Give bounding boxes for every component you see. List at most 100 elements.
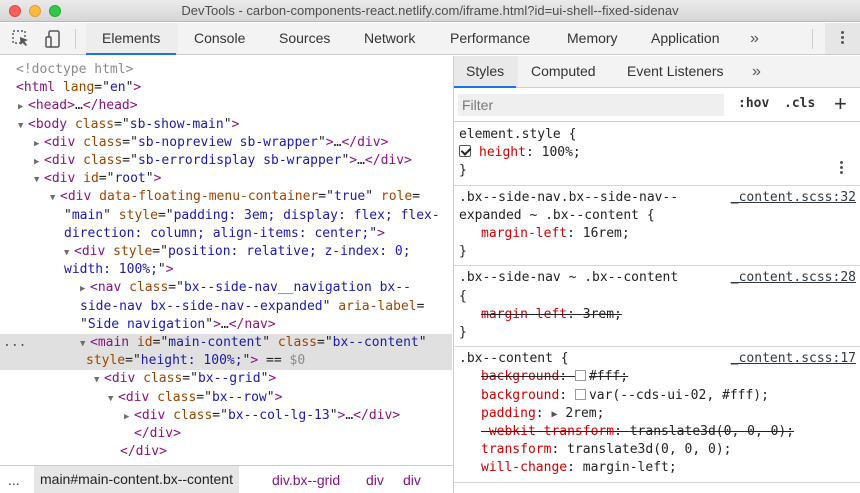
dom-tree-line[interactable]: ▶ <div class="sb-errordisplay sb-wrapper"… [0,152,452,170]
expand-shorthand-icon[interactable]: ▶ [551,409,557,420]
collapse-node-icon[interactable]: ▼ [80,335,90,353]
dom-tree-line[interactable]: ▶ <nav class="bx--side-nav__navigation bx… [0,279,452,297]
collapse-node-icon[interactable]: ▼ [34,171,44,189]
dom-tree-line[interactable]: </div> [0,443,452,461]
collapse-node-icon[interactable]: ▼ [50,189,60,207]
dom-tree-line[interactable]: style="height: 100%;"> == $0 [0,352,452,371]
css-declaration[interactable]: -webkit-transform: translate3d(0, 0, 0); [454,423,860,441]
expand-node-icon[interactable]: ▶ [124,408,134,426]
dom-tree-line[interactable]: ▼ <div id="root"> [0,170,452,188]
tab-console[interactable]: Console [192,23,247,54]
dom-tree-line[interactable]: ▼ <div class="bx--grid"> [0,370,452,388]
tab-elements[interactable]: Elements [85,23,177,55]
property-name[interactable]: will-change [481,460,567,475]
breadcrumb-item-main[interactable]: main#main-content.bx--content [34,466,239,493]
property-value[interactable]: 100%; [542,145,581,160]
property-name[interactable]: background [481,369,559,384]
tab-sources[interactable]: Sources [277,23,332,54]
css-declaration[interactable]: will-change: margin-left; [454,459,860,477]
rule-source-link[interactable]: _content.scss:32 [731,189,856,207]
selected-node-menu-icon[interactable]: ... [3,334,26,352]
style-rule[interactable]: .bx--content {_content.scss:17 background… [454,347,860,483]
property-name[interactable]: margin-left [481,307,567,322]
collapse-node-icon[interactable]: ▼ [108,390,118,408]
tab-application[interactable]: Application [649,23,722,54]
property-name[interactable]: -webkit-transform [481,424,614,439]
dom-tree-line[interactable]: direction: column; align-items: center;"… [0,225,452,243]
property-value[interactable]: 2rem; [565,406,604,421]
more-tabs-button[interactable]: » [750,23,759,54]
tab-memory[interactable]: Memory [565,23,620,54]
expand-node-icon[interactable]: ▶ [34,135,44,153]
style-rule[interactable]: .bx--side-nav.bx--side-nav-- _content.scs… [454,186,860,267]
dom-tree-line[interactable]: ▼ <div data-floating-menu-container="true… [0,188,452,206]
style-rule[interactable]: .bx--side-nav ~ .bx--content _content.scs… [454,266,860,348]
dom-tree-line[interactable]: ▼ <main id="main-content" class="bx--cont… [0,334,452,353]
expand-node-icon[interactable]: ▶ [34,153,44,171]
tab-computed[interactable]: Computed [531,56,596,87]
dom-tree-line[interactable]: ▶ <head>…</head> [0,97,452,115]
style-rule[interactable]: element.style {height: 100%;} [454,123,860,186]
dom-tree-line[interactable]: ▶ <div class="sb-nopreview sb-wrapper">…<… [0,134,452,152]
dom-tree-line[interactable]: "main" style="padding: 3em; display: fle… [0,207,452,225]
breadcrumb-item-div[interactable]: div [403,472,421,488]
collapse-node-icon[interactable]: ▼ [18,117,28,135]
styles-filter-input[interactable] [458,94,724,116]
property-name[interactable]: margin-left [481,226,567,241]
dom-tree-line[interactable]: ▼ <body class="sb-show-main"> [0,116,452,134]
property-value[interactable]: translate3d(0, 0, 0); [567,442,731,457]
property-name[interactable]: transform [481,442,551,457]
expand-node-icon[interactable]: ▶ [18,98,28,116]
css-declaration[interactable]: height: 100%; [454,144,860,162]
elements-dom-tree[interactable]: <!doctype html> <html lang="en"> ▶ <head>…<… [0,56,452,464]
property-value[interactable]: #fff; [589,369,628,384]
customize-devtools-menu-icon[interactable] [841,31,844,46]
property-value[interactable]: margin-left; [583,460,677,475]
tab-performance[interactable]: Performance [448,23,532,54]
css-declaration[interactable]: margin-left: 16rem; [454,225,860,243]
dom-tree-line[interactable]: <html lang="en"> [0,79,452,97]
more-pane-tabs-button[interactable]: » [752,56,761,87]
dom-tree-line[interactable]: "Side navigation">…</nav> [0,316,452,334]
tab-network[interactable]: Network [362,23,417,54]
property-value[interactable]: 3rem; [583,307,622,322]
collapse-node-icon[interactable]: ▼ [64,244,74,262]
toggle-element-state-button[interactable]: :hov [738,96,769,111]
breadcrumb-item-grid[interactable]: div.bx--grid [272,472,340,488]
dom-tree-line[interactable]: <!doctype html> [0,61,452,79]
device-toolbar-icon[interactable] [43,28,65,50]
dom-tree-line[interactable]: ▶ <div class="bx--col-lg-13">…</div> [0,407,452,425]
rule-source-link[interactable]: _content.scss:28 [731,269,856,287]
property-name[interactable]: background [481,388,559,403]
dom-tree-line[interactable]: </div> [0,425,452,443]
property-value[interactable]: translate3d(0, 0, 0); [630,424,794,439]
breadcrumb-overflow[interactable]: ... [8,472,20,488]
dom-token [75,171,83,186]
property-value[interactable]: var(--cds-ui-02, #fff); [589,388,769,403]
css-declaration[interactable]: padding: ▶ 2rem; [454,405,860,423]
css-declaration[interactable]: margin-left: 3rem; [454,306,860,324]
breadcrumb-item-div[interactable]: div [366,472,384,488]
property-value[interactable]: 16rem; [583,226,630,241]
css-declaration[interactable]: background: var(--cds-ui-02, #fff); [454,387,860,405]
declaration-checkbox[interactable] [459,145,471,158]
expand-node-icon[interactable]: ▶ [80,280,90,298]
dom-tree-line[interactable]: width: 100%;"> [0,261,452,279]
tab-event-listeners[interactable]: Event Listeners [627,56,724,87]
rule-source-link[interactable]: _content.scss:17 [731,350,856,368]
color-swatch-icon[interactable] [574,370,586,382]
css-declaration[interactable]: background: #fff; [454,368,860,386]
dom-tree-line[interactable]: ▼ <div style="position: relative; z-index… [0,243,452,261]
css-declaration[interactable]: transform: translate3d(0, 0, 0); [454,441,860,459]
tab-styles[interactable]: Styles [453,56,517,88]
new-style-rule-button[interactable]: + [834,91,847,117]
collapse-node-icon[interactable]: ▼ [94,371,104,389]
property-name[interactable]: padding [481,406,536,421]
dom-tree-line[interactable]: ▼ <div class="bx--row"> [0,389,452,407]
rule-menu-icon[interactable] [840,161,843,176]
element-classes-button[interactable]: .cls [784,96,815,111]
property-name[interactable]: height [479,145,526,160]
dom-tree-line[interactable]: side-nav bx--side-nav--expanded" aria-la… [0,298,452,316]
inspect-element-icon[interactable] [10,28,32,50]
color-swatch-icon[interactable] [574,388,586,400]
